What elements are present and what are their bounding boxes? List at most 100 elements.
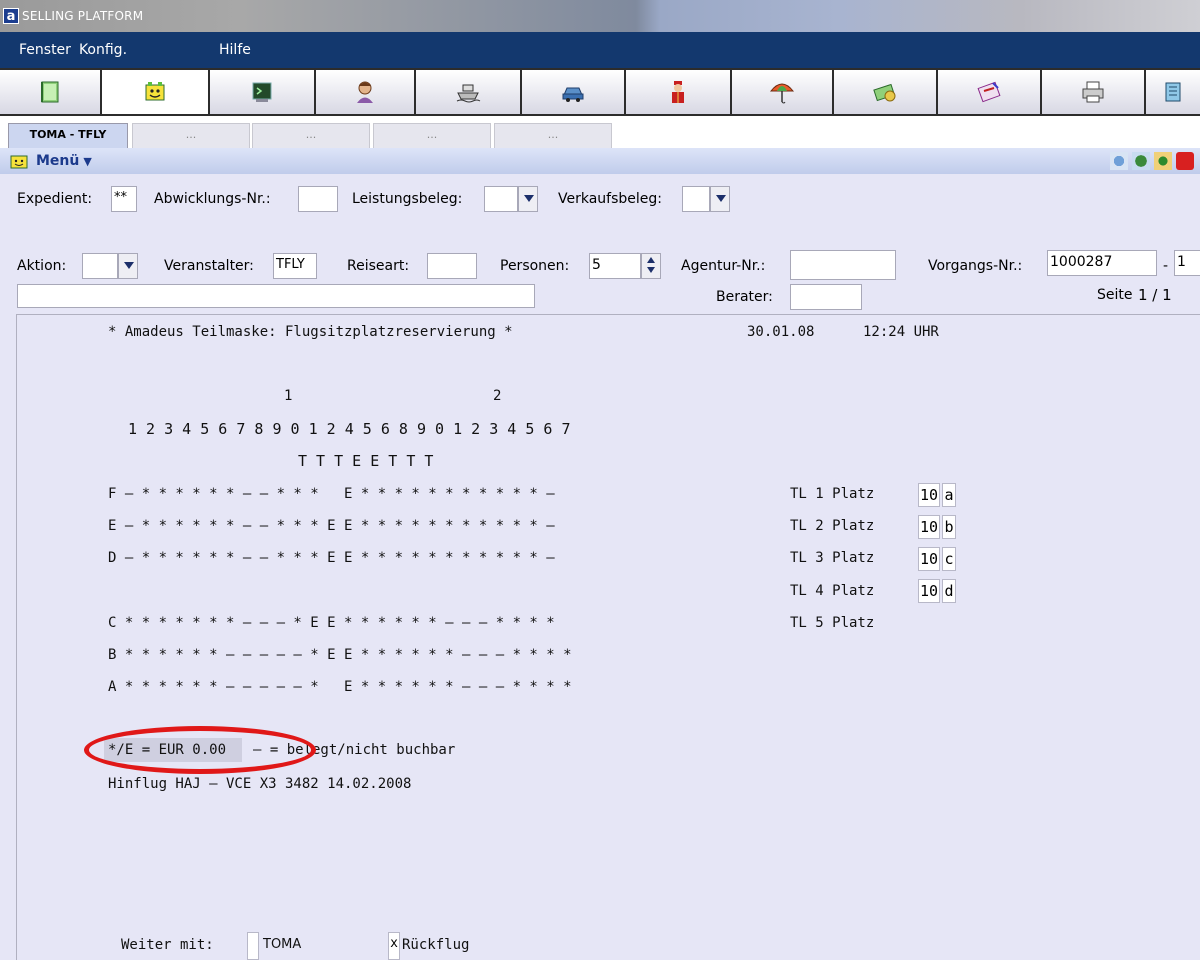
- tl-3-label: TL 3 Platz: [790, 550, 875, 566]
- seat-row-f: F – * * * * * * – – * * * E * * * * * * …: [108, 486, 555, 502]
- leistungsbeleg-label: Leistungsbeleg:: [352, 191, 463, 207]
- umbrella-icon: [769, 83, 795, 104]
- menu-button[interactable]: Menü: [36, 153, 79, 169]
- ship-icon: [456, 84, 481, 103]
- tl-4-seat-letter[interactable]: d: [942, 579, 956, 603]
- veranstalter-field[interactable]: TFLY: [273, 253, 317, 279]
- tools-icon[interactable]: [1110, 152, 1128, 170]
- annotation-ellipse: [84, 726, 316, 774]
- toolbar-button-ship[interactable]: [416, 70, 522, 114]
- agent-icon: [357, 81, 373, 103]
- weiter-value: TOMA: [263, 937, 302, 952]
- info-field[interactable]: [17, 284, 535, 308]
- smiley-icon: [10, 155, 28, 169]
- seat-tens-2: 2: [493, 388, 502, 404]
- tl-5-label: TL 5 Platz: [790, 615, 875, 631]
- tab-toma-tfly[interactable]: TOMA - TFLY: [8, 123, 128, 148]
- seat-row-d: D – * * * * * * – – * * * E E * * * * * …: [108, 550, 555, 566]
- personen-label: Personen:: [500, 258, 570, 274]
- expedient-label: Expedient:: [17, 191, 93, 207]
- menubar: Fenster Konfig. Hilfe: [0, 32, 1200, 68]
- tab-empty-2[interactable]: ...: [252, 123, 370, 148]
- personen-field[interactable]: 5: [589, 253, 641, 279]
- berater-field[interactable]: [790, 284, 862, 310]
- car-icon: [562, 87, 584, 102]
- aktion-label: Aktion:: [17, 258, 67, 274]
- expedient-field[interactable]: **: [111, 186, 137, 212]
- smiley-icon: [145, 82, 165, 101]
- menu-konfig[interactable]: Konfig.: [79, 42, 127, 58]
- terminal-date: 30.01.08: [747, 324, 815, 340]
- bellboy-icon: [672, 81, 684, 103]
- toolbar-button-book[interactable]: [0, 70, 102, 114]
- seat-tens-1: 1: [284, 388, 293, 404]
- veranstalter-label: Veranstalter:: [164, 258, 254, 274]
- aktion-field[interactable]: [82, 253, 118, 279]
- rueckflug-label: Rückflug: [402, 937, 470, 953]
- toolbar: [0, 68, 1200, 116]
- tab-empty-3[interactable]: ...: [373, 123, 491, 148]
- weiter-input[interactable]: [247, 932, 259, 960]
- toolbar-button-agent[interactable]: [316, 70, 416, 114]
- reiseart-label: Reiseart:: [347, 258, 410, 274]
- seat-row-a: A * * * * * * – – – – – * E * * * * * * …: [108, 679, 572, 695]
- seite-label: Seite: [1097, 287, 1133, 303]
- vorgang-field[interactable]: 1000287: [1047, 250, 1157, 276]
- terminal-header: * Amadeus Teilmaske: Flugsitzplatzreserv…: [108, 324, 513, 340]
- tl-2-seat-letter[interactable]: b: [942, 515, 956, 539]
- seat-row-numbers: 1 2 3 4 5 6 7 8 9 0 1 2 4 5 6 8 9 0 1 2 …: [128, 420, 571, 438]
- toolbar-button-bellboy[interactable]: [626, 70, 732, 114]
- printer-icon: [1082, 81, 1104, 103]
- weiter-label: Weiter mit:: [121, 937, 214, 953]
- tl-4-seat-number[interactable]: 10: [918, 579, 940, 603]
- leistungsbeleg-dropdown[interactable]: [518, 186, 538, 212]
- tl-3-seat-letter[interactable]: c: [942, 547, 956, 571]
- vorgang-label: Vorgangs-Nr.:: [928, 258, 1023, 274]
- tl-3-seat-number[interactable]: 10: [918, 547, 940, 571]
- personen-stepper[interactable]: [641, 253, 661, 279]
- terminal-time: 12:24 UHR: [863, 324, 939, 340]
- verkaufsbeleg-field[interactable]: [682, 186, 710, 212]
- verkaufsbeleg-dropdown[interactable]: [710, 186, 730, 212]
- reiseart-field[interactable]: [427, 253, 477, 279]
- vorgang-suffix-field[interactable]: 1: [1174, 250, 1200, 276]
- tab-empty-4[interactable]: ...: [494, 123, 612, 148]
- toolbar-button-ticket[interactable]: [938, 70, 1042, 114]
- toolbar-button-folder[interactable]: [1146, 70, 1200, 114]
- abwicklung-field[interactable]: [298, 186, 338, 212]
- toolbar-button-money[interactable]: [834, 70, 938, 114]
- app-logo-icon: a: [3, 8, 19, 24]
- tl-1-seat-number[interactable]: 10: [918, 483, 940, 507]
- chevron-down-icon[interactable]: ▼: [83, 155, 91, 168]
- terminal-area: [16, 314, 1200, 960]
- menu-hilfe[interactable]: Hilfe: [219, 42, 251, 58]
- toolbar-button-printer[interactable]: [1042, 70, 1146, 114]
- tab-empty-1[interactable]: ...: [132, 123, 250, 148]
- tl-4-label: TL 4 Platz: [790, 583, 875, 599]
- seat-type-row: T T T E E T T T: [298, 452, 434, 470]
- seat-row-c: C * * * * * * * – – – * E E * * * * * * …: [108, 615, 555, 631]
- palm-icon[interactable]: [1154, 152, 1172, 170]
- tl-2-label: TL 2 Platz: [790, 518, 875, 534]
- ticket-icon: [977, 81, 1001, 103]
- verkaufsbeleg-label: Verkaufsbeleg:: [558, 191, 663, 207]
- vorgang-separator: -: [1163, 258, 1169, 274]
- toolbar-button-terminal[interactable]: [210, 70, 316, 114]
- window-titlebar: a SELLING PLATFORM: [0, 0, 1200, 32]
- toolbar-button-smiley[interactable]: [102, 70, 210, 114]
- menu-fenster[interactable]: Fenster: [19, 42, 71, 58]
- tl-1-seat-letter[interactable]: a: [942, 483, 956, 507]
- toolbar-button-car[interactable]: [522, 70, 626, 114]
- folder-icon: [1165, 82, 1181, 102]
- leistungsbeleg-field[interactable]: [484, 186, 518, 212]
- toolbar-button-umbrella[interactable]: [732, 70, 834, 114]
- flight-info: Hinflug HAJ – VCE X3 3482 14.02.2008: [108, 776, 412, 792]
- aktion-dropdown[interactable]: [118, 253, 138, 279]
- abwicklung-label: Abwicklungs-Nr.:: [154, 191, 271, 207]
- globe-icon[interactable]: [1132, 152, 1150, 170]
- berater-label: Berater:: [716, 289, 773, 305]
- close-red-icon[interactable]: [1176, 152, 1194, 170]
- agentur-field[interactable]: [790, 250, 896, 280]
- rueckflug-checkbox[interactable]: x: [388, 932, 400, 960]
- tl-2-seat-number[interactable]: 10: [918, 515, 940, 539]
